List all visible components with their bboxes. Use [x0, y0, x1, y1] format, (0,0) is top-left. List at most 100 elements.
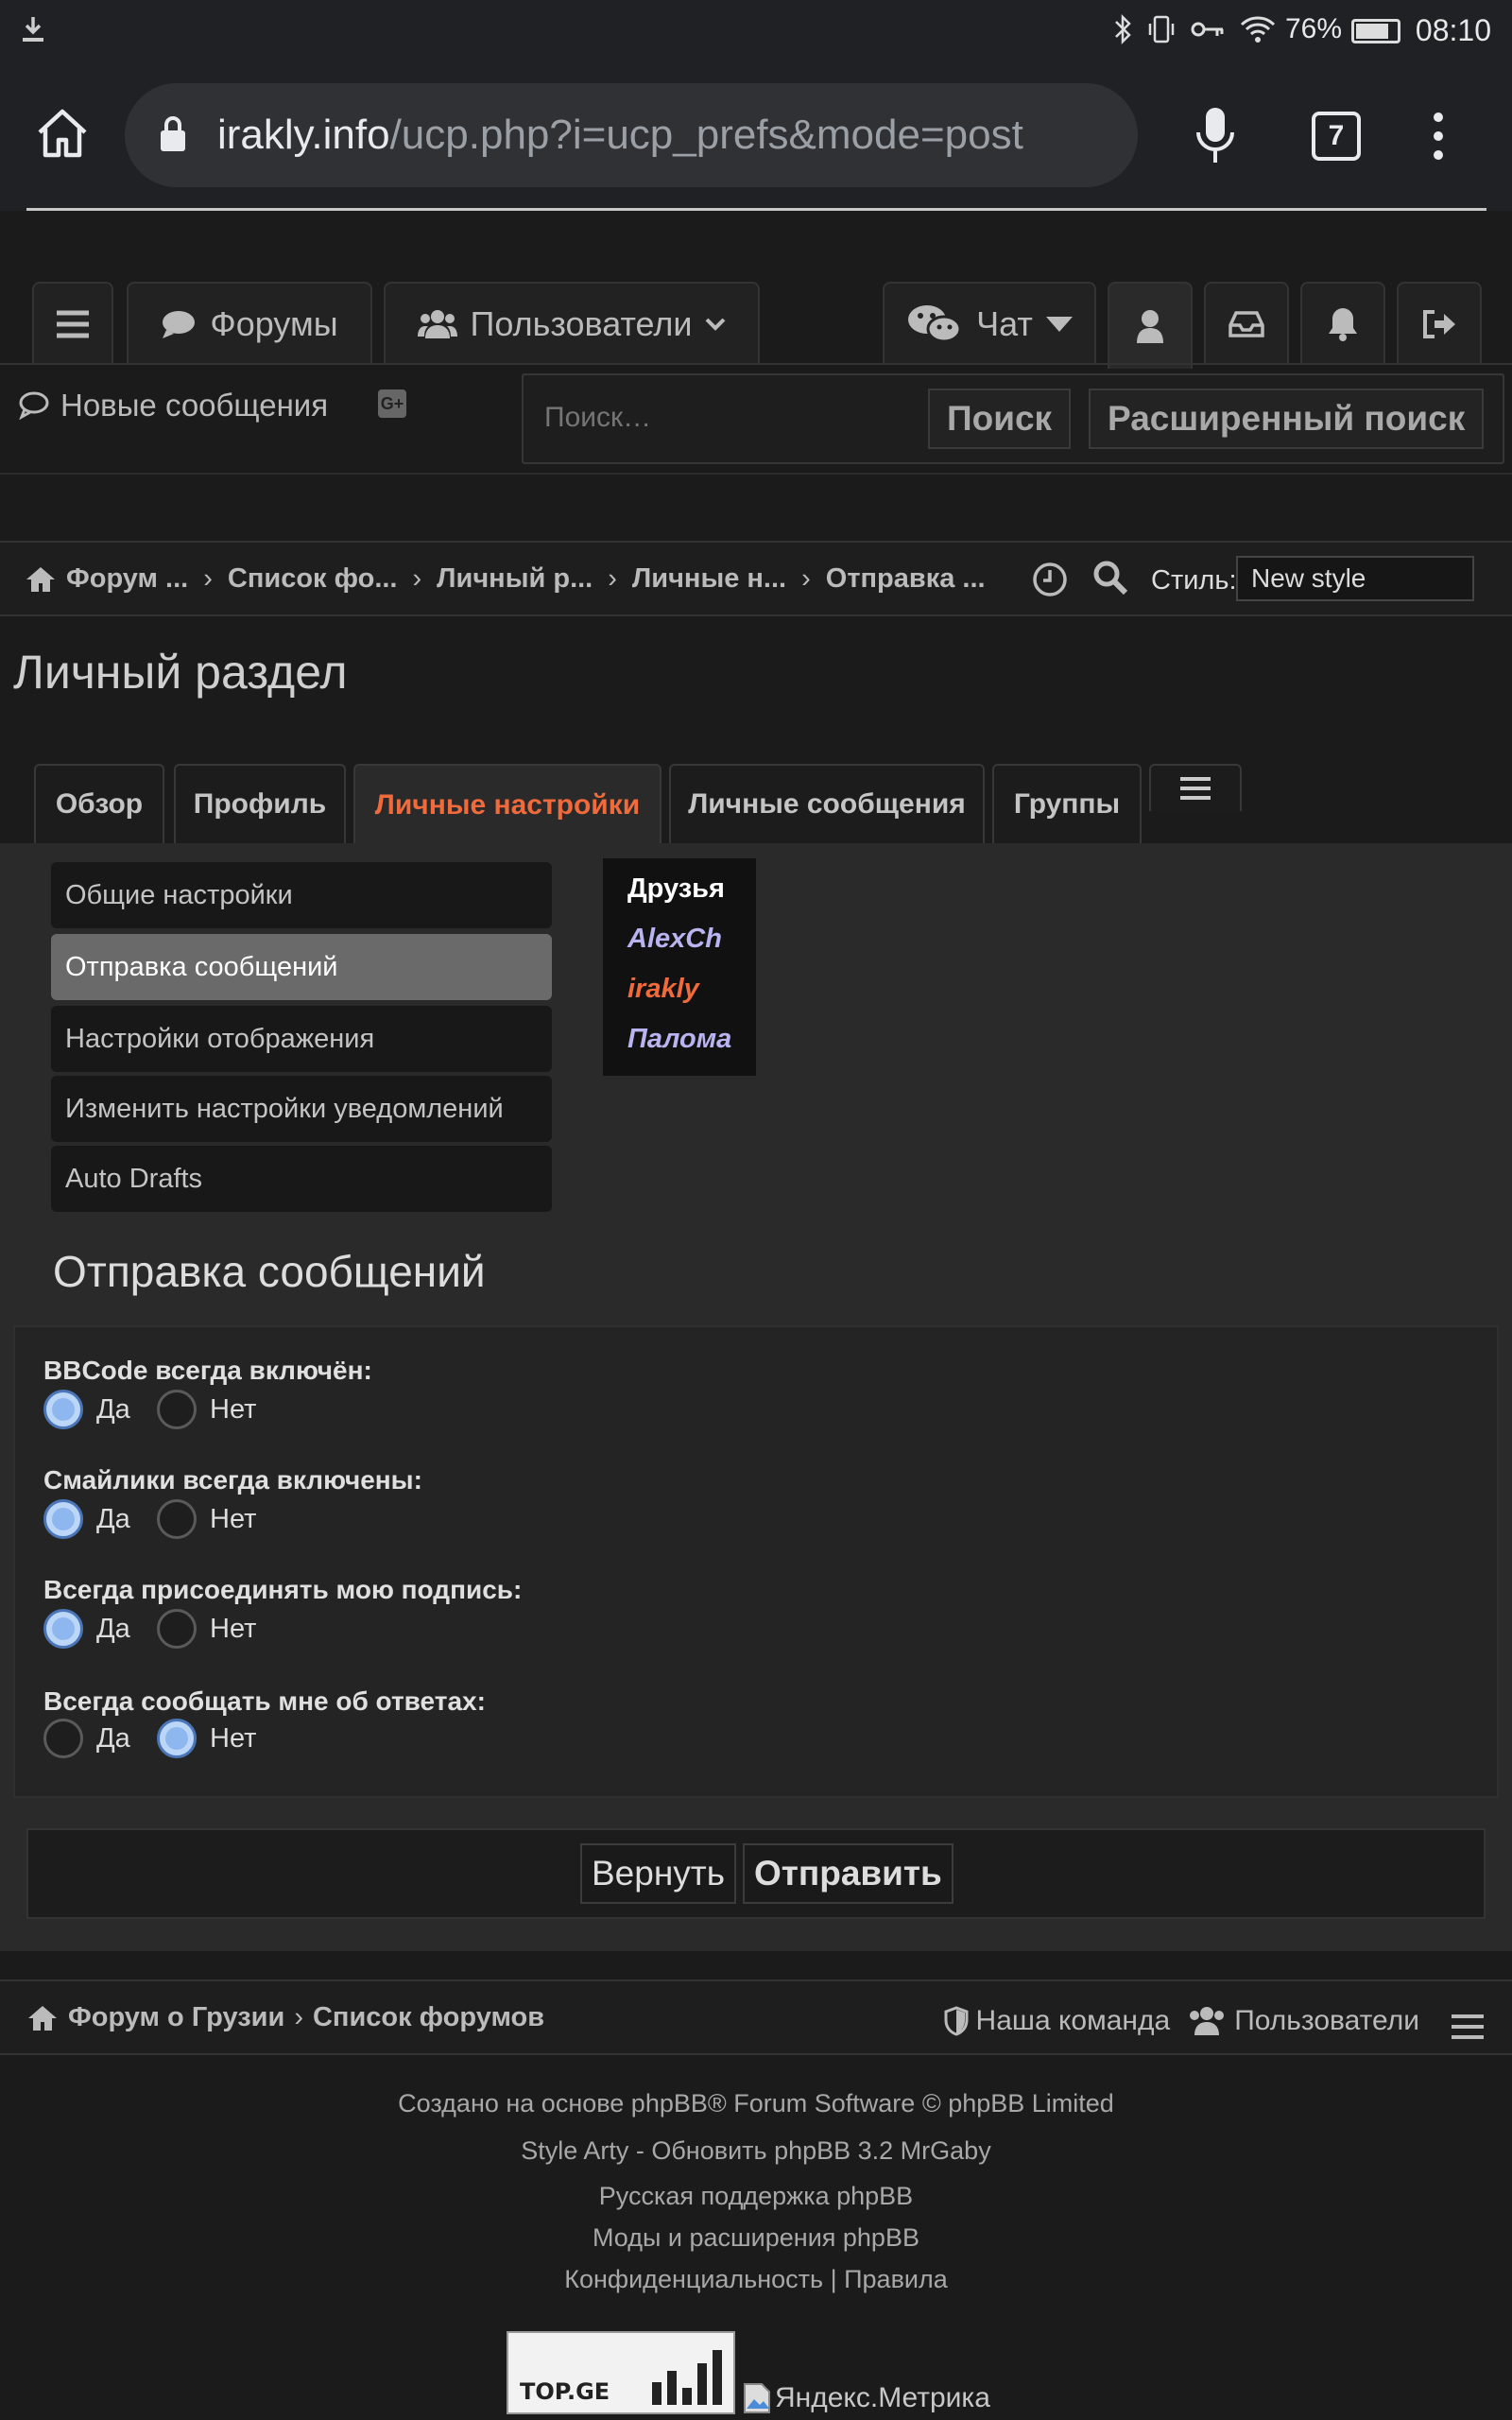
nav-forums-label: Форумы: [210, 304, 338, 343]
radio-label: Да: [96, 1393, 130, 1425]
credits-line[interactable]: Моды и расширения phpBB: [0, 2223, 1512, 2253]
advanced-search-button[interactable]: Расширенный поиск: [1089, 389, 1485, 449]
option-label: Всегда сообщать мне об ответах:: [43, 1686, 486, 1716]
radio-selected-icon[interactable]: [157, 1719, 197, 1758]
posting-options-form: BBCode всегда включён: Да Нет Смайлики в…: [13, 1325, 1499, 1798]
credits-line: Создано на основе phpBB® Forum Software …: [398, 2089, 1114, 2118]
page-title: Личный раздел: [13, 646, 348, 699]
submit-button[interactable]: Отправить: [743, 1843, 954, 1904]
hamburger-menu-button[interactable]: [32, 282, 113, 365]
search-icon[interactable]: [1092, 560, 1128, 596]
address-bar[interactable]: irakly.info/ucp.php?i=ucp_prefs&mode=pos…: [125, 83, 1138, 187]
new-messages-link[interactable]: Новые сообщения: [19, 388, 328, 424]
download-icon: [21, 15, 45, 43]
tab-private-messages[interactable]: Личные сообщения: [669, 764, 985, 843]
breadcrumb-item[interactable]: Отправка ...: [826, 563, 986, 595]
topge-logo-text: TOP.GE: [520, 2378, 610, 2405]
clock: 08:10: [1415, 13, 1491, 47]
radio-yes[interactable]: Да: [43, 1390, 130, 1429]
friend-link[interactable]: irakly: [627, 974, 756, 1024]
radio-unselected-icon[interactable]: [157, 1390, 197, 1429]
nav-users-label: Пользователи: [470, 304, 693, 343]
search-button[interactable]: Поиск: [928, 389, 1072, 449]
option-label: BBCode всегда включён:: [43, 1356, 372, 1385]
page-top-divider: [26, 208, 1486, 211]
logout-button[interactable]: [1397, 282, 1482, 365]
style-select[interactable]: New style: [1236, 556, 1474, 601]
radio-unselected-icon[interactable]: [157, 1609, 197, 1649]
radio-yes[interactable]: Да: [43, 1719, 130, 1758]
friends-title: Друзья: [627, 873, 725, 904]
nav-divider: [0, 363, 1512, 365]
option-label: Смайлики всегда включены:: [43, 1465, 422, 1495]
yandex-metrika-badge[interactable]: Яндекс.Метрика: [743, 2382, 990, 2414]
radio-label: Нет: [210, 1722, 257, 1754]
menu-auto-drafts[interactable]: Auto Drafts: [51, 1146, 552, 1212]
subnav-divider: [0, 473, 1512, 475]
menu-general-settings[interactable]: Общие настройки: [51, 862, 552, 928]
radio-unselected-icon[interactable]: [157, 1499, 197, 1539]
home-crumb-icon: [26, 2004, 59, 2032]
chevron-right-icon: ›: [412, 563, 422, 594]
breadcrumb-item[interactable]: Форум о Грузии: [68, 2002, 284, 2033]
tab-profile[interactable]: Профиль: [174, 764, 346, 843]
comments-icon: [19, 391, 51, 420]
clock-icon[interactable]: [1032, 562, 1068, 597]
tab-more[interactable]: [1149, 764, 1242, 811]
radio-yes[interactable]: Да: [43, 1609, 130, 1649]
radio-no[interactable]: Нет: [157, 1609, 256, 1649]
team-link[interactable]: Наша команда: [944, 2005, 1170, 2037]
nav-forums-button[interactable]: Форумы: [127, 282, 372, 365]
battery-icon: [1351, 19, 1400, 43]
breadcrumb-item[interactable]: Список фо...: [228, 563, 398, 595]
menu-posting[interactable]: Отправка сообщений: [51, 934, 552, 1000]
credits-line[interactable]: Русская поддержка phpBB: [0, 2182, 1512, 2211]
broken-image-icon: [743, 2382, 771, 2414]
friend-link[interactable]: AlexCh: [627, 924, 756, 974]
breadcrumb-item[interactable]: Личные н...: [632, 563, 786, 595]
nav-chat-button[interactable]: Чат: [883, 282, 1096, 365]
tab-groups[interactable]: Группы: [992, 764, 1142, 843]
tab-personal-settings[interactable]: Личные настройки: [353, 764, 662, 845]
credits-line[interactable]: Конфиденциальность | Правила: [0, 2265, 1512, 2294]
search-input[interactable]: [544, 402, 903, 434]
caret-down-icon: [1045, 317, 1073, 332]
microphone-icon[interactable]: [1194, 106, 1236, 166]
breadcrumb-bar: Форум ... › Список фо... › Личный р... ›…: [0, 541, 1512, 616]
nav-users-button[interactable]: Пользователи: [384, 282, 760, 365]
radio-no[interactable]: Нет: [157, 1499, 256, 1539]
profile-button[interactable]: [1108, 282, 1193, 369]
new-messages-label: Новые сообщения: [60, 388, 329, 423]
comment-icon: [161, 309, 197, 339]
menu-display-settings[interactable]: Настройки отображения: [51, 1006, 552, 1072]
radio-yes[interactable]: Да: [43, 1499, 130, 1539]
inbox-button[interactable]: [1204, 282, 1289, 365]
friend-link[interactable]: Палома: [627, 1024, 756, 1074]
tab-switcher-button[interactable]: 7: [1312, 112, 1361, 161]
form-buttons-bar: Вернуть Отправить: [26, 1828, 1486, 1919]
breadcrumb-item[interactable]: Форум ...: [66, 563, 188, 595]
wifi-icon: [1240, 15, 1276, 43]
radio-selected-icon[interactable]: [43, 1390, 83, 1429]
menu-notification-settings[interactable]: Изменить настройки уведомлений: [51, 1076, 552, 1142]
breadcrumb-item[interactable]: Список форумов: [313, 2002, 544, 2033]
topge-counter-badge[interactable]: TOP.GE: [507, 2331, 735, 2414]
radio-unselected-icon[interactable]: [43, 1719, 83, 1758]
menu-kebab-icon[interactable]: [1429, 112, 1448, 161]
radio-no[interactable]: Нет: [157, 1719, 256, 1758]
members-link[interactable]: Пользователи: [1187, 2005, 1419, 2037]
radio-label: Да: [96, 1503, 130, 1534]
radio-selected-icon[interactable]: [43, 1609, 83, 1649]
google-plus-icon[interactable]: G+: [378, 389, 406, 418]
breadcrumb-item[interactable]: Личный р...: [437, 563, 593, 595]
radio-selected-icon[interactable]: [43, 1499, 83, 1539]
users-icon: [417, 308, 457, 340]
home-icon[interactable]: [34, 106, 91, 161]
members-label: Пользователи: [1234, 2005, 1419, 2036]
tab-overview[interactable]: Обзор: [34, 764, 164, 843]
hamburger-icon[interactable]: [1452, 2014, 1484, 2040]
reset-button[interactable]: Вернуть: [580, 1843, 736, 1904]
radio-no[interactable]: Нет: [157, 1390, 256, 1429]
bell-icon: [1327, 306, 1359, 342]
notifications-button[interactable]: [1300, 282, 1385, 365]
